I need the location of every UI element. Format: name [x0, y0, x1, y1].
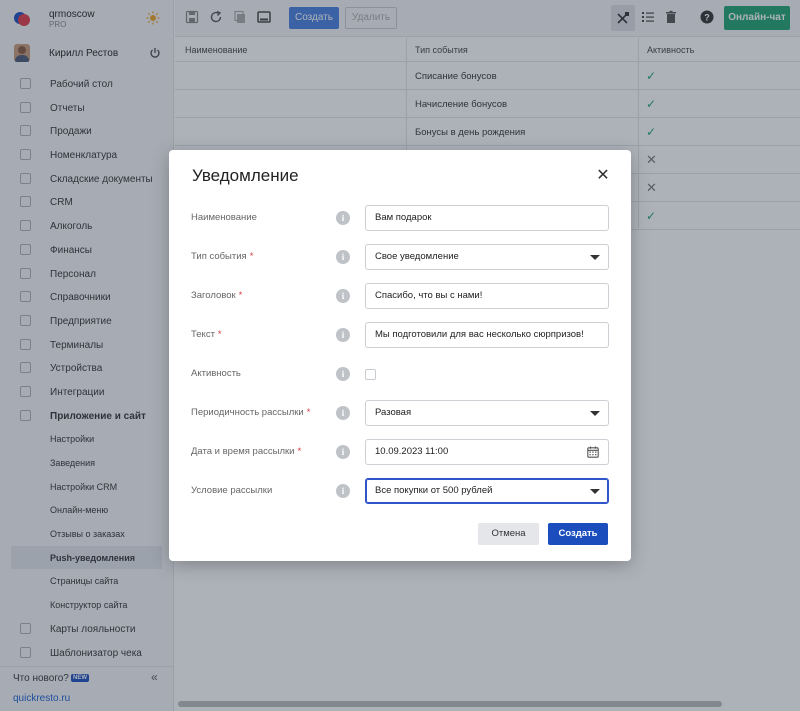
info-icon[interactable]: i [336, 406, 350, 420]
heading-label: Заголовок * [191, 290, 242, 301]
dialog-title: Уведомление [192, 166, 299, 185]
field-row-event-type: Тип события * i Свое уведомление [169, 244, 631, 270]
periodicity-label-text: Периодичность рассылки [191, 407, 304, 418]
required-marker: * [306, 407, 311, 418]
periodicity-select[interactable]: Разовая [365, 400, 609, 426]
field-row-activity: Активность i [169, 361, 631, 387]
required-marker: * [238, 290, 243, 301]
info-icon[interactable]: i [336, 367, 350, 381]
info-icon[interactable]: i [336, 211, 350, 225]
close-icon[interactable]: ✕ [596, 168, 610, 184]
name-label: Наименование [191, 212, 257, 223]
text-label-text: Текст [191, 329, 215, 340]
field-row-periodicity: Периодичность рассылки * i Разовая [169, 400, 631, 426]
activity-checkbox[interactable] [365, 369, 376, 380]
field-row-heading: Заголовок * i Спасибо, что вы с нами! [169, 283, 631, 309]
name-field[interactable]: Вам подарок [365, 205, 609, 231]
cancel-button[interactable]: Отмена [478, 523, 539, 545]
required-marker: * [249, 251, 254, 262]
info-icon[interactable]: i [336, 445, 350, 459]
field-row-datetime: Дата и время рассылки * i 10.09.2023 11:0… [169, 439, 631, 465]
chevron-down-icon [590, 489, 600, 494]
required-marker: * [217, 329, 222, 340]
event-type-label-text: Тип события [191, 251, 247, 262]
condition-value: Все покупки от 500 рублей [375, 485, 493, 496]
datetime-label: Дата и время рассылки * [191, 446, 301, 457]
field-row-text: Текст * i Мы подготовили для вас нескольк… [169, 322, 631, 348]
condition-label: Условие рассылки [191, 485, 273, 496]
heading-label-text: Заголовок [191, 290, 236, 301]
condition-select[interactable]: Все покупки от 500 рублей [365, 478, 609, 504]
event-type-value: Свое уведомление [375, 251, 459, 262]
chevron-down-icon [590, 255, 600, 260]
chevron-down-icon [590, 411, 600, 416]
notification-dialog: Уведомление ✕ Наименование i Вам подарок… [169, 150, 631, 561]
datetime-value: 10.09.2023 11:00 [375, 446, 449, 457]
field-row-name: Наименование i Вам подарок [169, 205, 631, 231]
calendar-icon[interactable] [587, 446, 599, 458]
datetime-field[interactable]: 10.09.2023 11:00 [365, 439, 609, 465]
activity-label: Активность [191, 368, 241, 379]
event-type-select[interactable]: Свое уведомление [365, 244, 609, 270]
info-icon[interactable]: i [336, 484, 350, 498]
heading-field[interactable]: Спасибо, что вы с нами! [365, 283, 609, 309]
required-marker: * [297, 446, 302, 457]
periodicity-value: Разовая [375, 407, 412, 418]
periodicity-label: Периодичность рассылки * [191, 407, 310, 418]
create-notification-button[interactable]: Создать [548, 523, 608, 545]
info-icon[interactable]: i [336, 328, 350, 342]
info-icon[interactable]: i [336, 289, 350, 303]
datetime-label-text: Дата и время рассылки [191, 446, 295, 457]
event-type-label: Тип события * [191, 251, 253, 262]
text-field[interactable]: Мы подготовили для вас несколько сюрприз… [365, 322, 609, 348]
text-label: Текст * [191, 329, 222, 340]
field-row-condition: Условие рассылки i Все покупки от 500 ру… [169, 478, 631, 504]
info-icon[interactable]: i [336, 250, 350, 264]
